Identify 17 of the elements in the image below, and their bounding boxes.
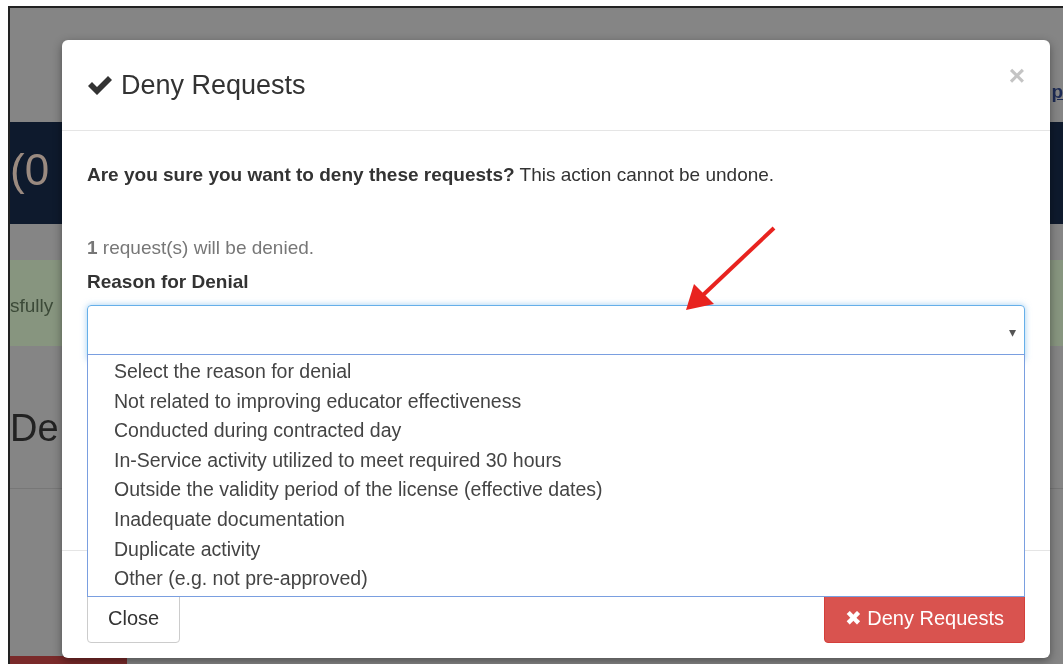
checkmark-icon [87, 74, 113, 96]
dropdown-option[interactable]: Other (e.g. not pre-approved) [88, 564, 1024, 594]
dropdown-option[interactable]: Outside the validity period of the license (effective dates) [88, 475, 1024, 505]
page-heading: De [10, 408, 59, 450]
field-label: Reason for Denial [87, 270, 250, 294]
nav-link[interactable]: p [1051, 78, 1063, 107]
dropdown-option[interactable]: Inadequate documentation [88, 504, 1024, 535]
request-count-text: 1 request(s) will be denied. [87, 235, 316, 260]
modal-title: Deny Requests [121, 68, 306, 102]
caret-icon: ▾ [1009, 322, 1016, 343]
banner-text: (0 [10, 148, 50, 192]
alert-text: sfully [10, 294, 54, 318]
dropdown-option[interactable]: Conducted during contracted day [88, 416, 1024, 446]
confirmation-text: Are you sure you want to deny these requests? This action cannot be undone. [87, 163, 776, 187]
dropdown-option[interactable]: In-Service activity utilized to meet required 30 hours [88, 445, 1024, 476]
dropdown-option[interactable]: Duplicate activity [88, 534, 1024, 565]
dropdown-option[interactable]: Not related to improving educator effectiveness [88, 386, 1024, 417]
